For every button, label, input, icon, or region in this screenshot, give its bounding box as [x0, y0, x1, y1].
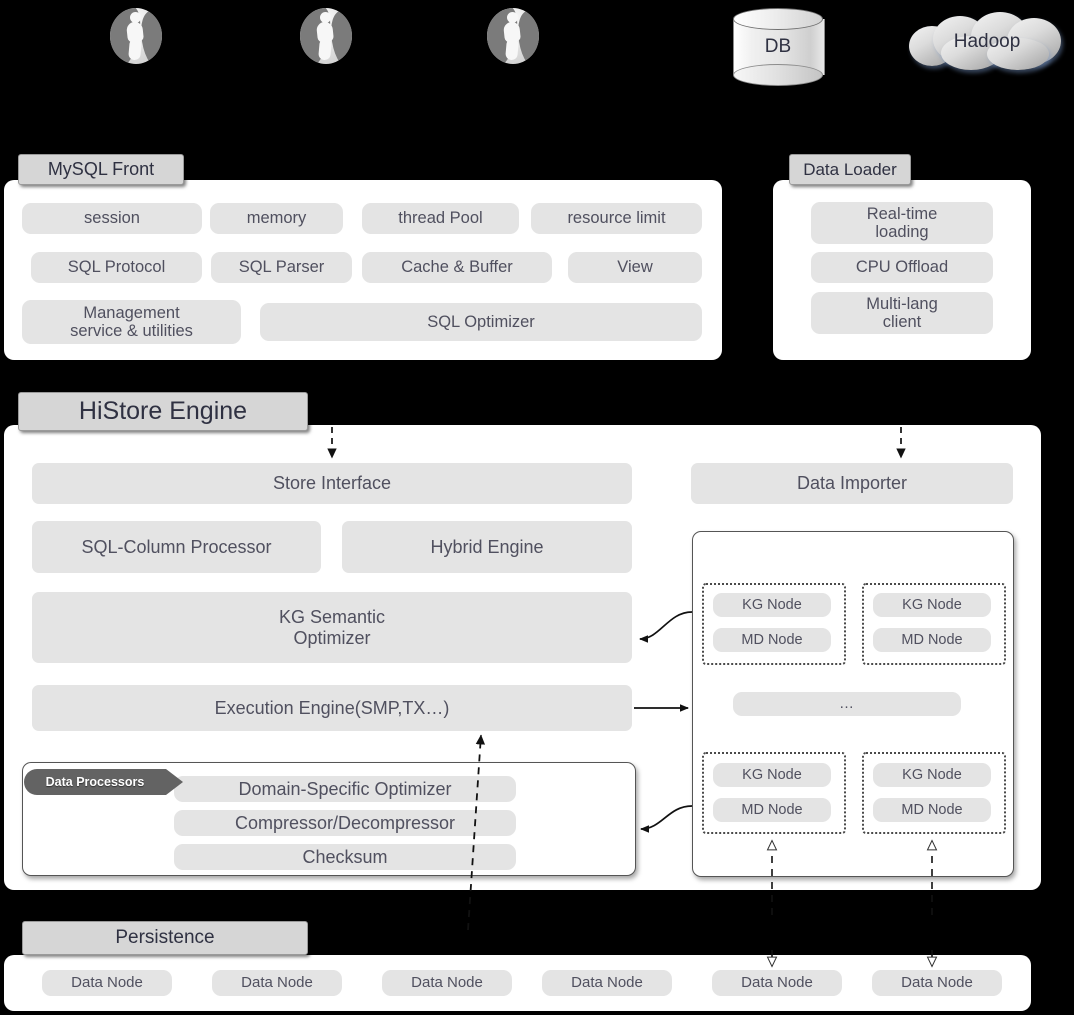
histore-execution-engine[interactable]: Execution Engine(SMP,TX…) [32, 685, 632, 731]
loader-pill-realtime-loading[interactable]: Real-time loading [811, 202, 993, 244]
persistence-data-node[interactable]: Data Node [712, 970, 842, 996]
globe-client-icon [300, 8, 352, 64]
persistence-data-node[interactable]: Data Node [382, 970, 512, 996]
persistence-data-node[interactable]: Data Node [542, 970, 672, 996]
persistence-data-node[interactable]: Data Node [42, 970, 172, 996]
kg-node[interactable]: KG Node [713, 763, 831, 787]
dp-domain-specific-optimizer[interactable]: Domain-Specific Optimizer [174, 776, 516, 802]
dp-compressor-decompressor[interactable]: Compressor/Decompressor [174, 810, 516, 836]
data-processors-banner: Data Processors [24, 769, 183, 795]
data-loader-title: Data Loader [789, 154, 911, 185]
dp-checksum[interactable]: Checksum [174, 844, 516, 870]
architecture-diagram: DB Hadoop MySQL Front session memory thr… [0, 0, 1074, 1015]
mysql-pill-sql-protocol[interactable]: SQL Protocol [31, 252, 202, 283]
kg-node[interactable]: KG Node [873, 593, 991, 617]
loader-pill-cpu-offload[interactable]: CPU Offload [811, 252, 993, 283]
md-node[interactable]: MD Node [873, 798, 991, 822]
mysql-pill-memory[interactable]: memory [210, 203, 343, 234]
globe-client-icon [110, 8, 162, 64]
database-cylinder-icon: DB [733, 8, 825, 86]
histore-data-importer[interactable]: Data Importer [691, 463, 1013, 504]
hadoop-cloud-icon: Hadoop [903, 12, 1071, 72]
mysql-pill-resource-limit[interactable]: resource limit [531, 203, 702, 234]
kg-node[interactable]: KG Node [713, 593, 831, 617]
histore-store-interface[interactable]: Store Interface [32, 463, 632, 504]
loader-pill-multilang-client[interactable]: Multi-lang client [811, 292, 993, 334]
histore-kg-semantic-optimizer[interactable]: KG Semantic Optimizer [32, 592, 632, 663]
histore-hybrid-engine[interactable]: Hybrid Engine [342, 521, 632, 573]
globe-client-icon [487, 8, 539, 64]
mysql-pill-thread-pool[interactable]: thread Pool [362, 203, 519, 234]
mysql-pill-sql-optimizer[interactable]: SQL Optimizer [260, 303, 702, 341]
mysql-pill-management-service[interactable]: Management service & utilities [22, 300, 241, 344]
hadoop-label: Hadoop [953, 31, 1021, 52]
node-ellipsis: … [733, 692, 961, 716]
mysql-pill-view[interactable]: View [568, 252, 702, 283]
db-label: DB [764, 36, 792, 57]
md-node[interactable]: MD Node [873, 628, 991, 652]
mysql-pill-session[interactable]: session [22, 203, 202, 234]
histore-engine-title: HiStore Engine [18, 392, 308, 431]
mysql-pill-cache-buffer[interactable]: Cache & Buffer [362, 252, 552, 283]
mysql-pill-sql-parser[interactable]: SQL Parser [211, 252, 352, 283]
md-node[interactable]: MD Node [713, 628, 831, 652]
persistence-title: Persistence [22, 921, 308, 955]
md-node[interactable]: MD Node [713, 798, 831, 822]
histore-sql-column-processor[interactable]: SQL-Column Processor [32, 521, 321, 573]
persistence-data-node[interactable]: Data Node [212, 970, 342, 996]
kg-node[interactable]: KG Node [873, 763, 991, 787]
mysql-front-title: MySQL Front [18, 154, 184, 185]
persistence-data-node[interactable]: Data Node [872, 970, 1002, 996]
